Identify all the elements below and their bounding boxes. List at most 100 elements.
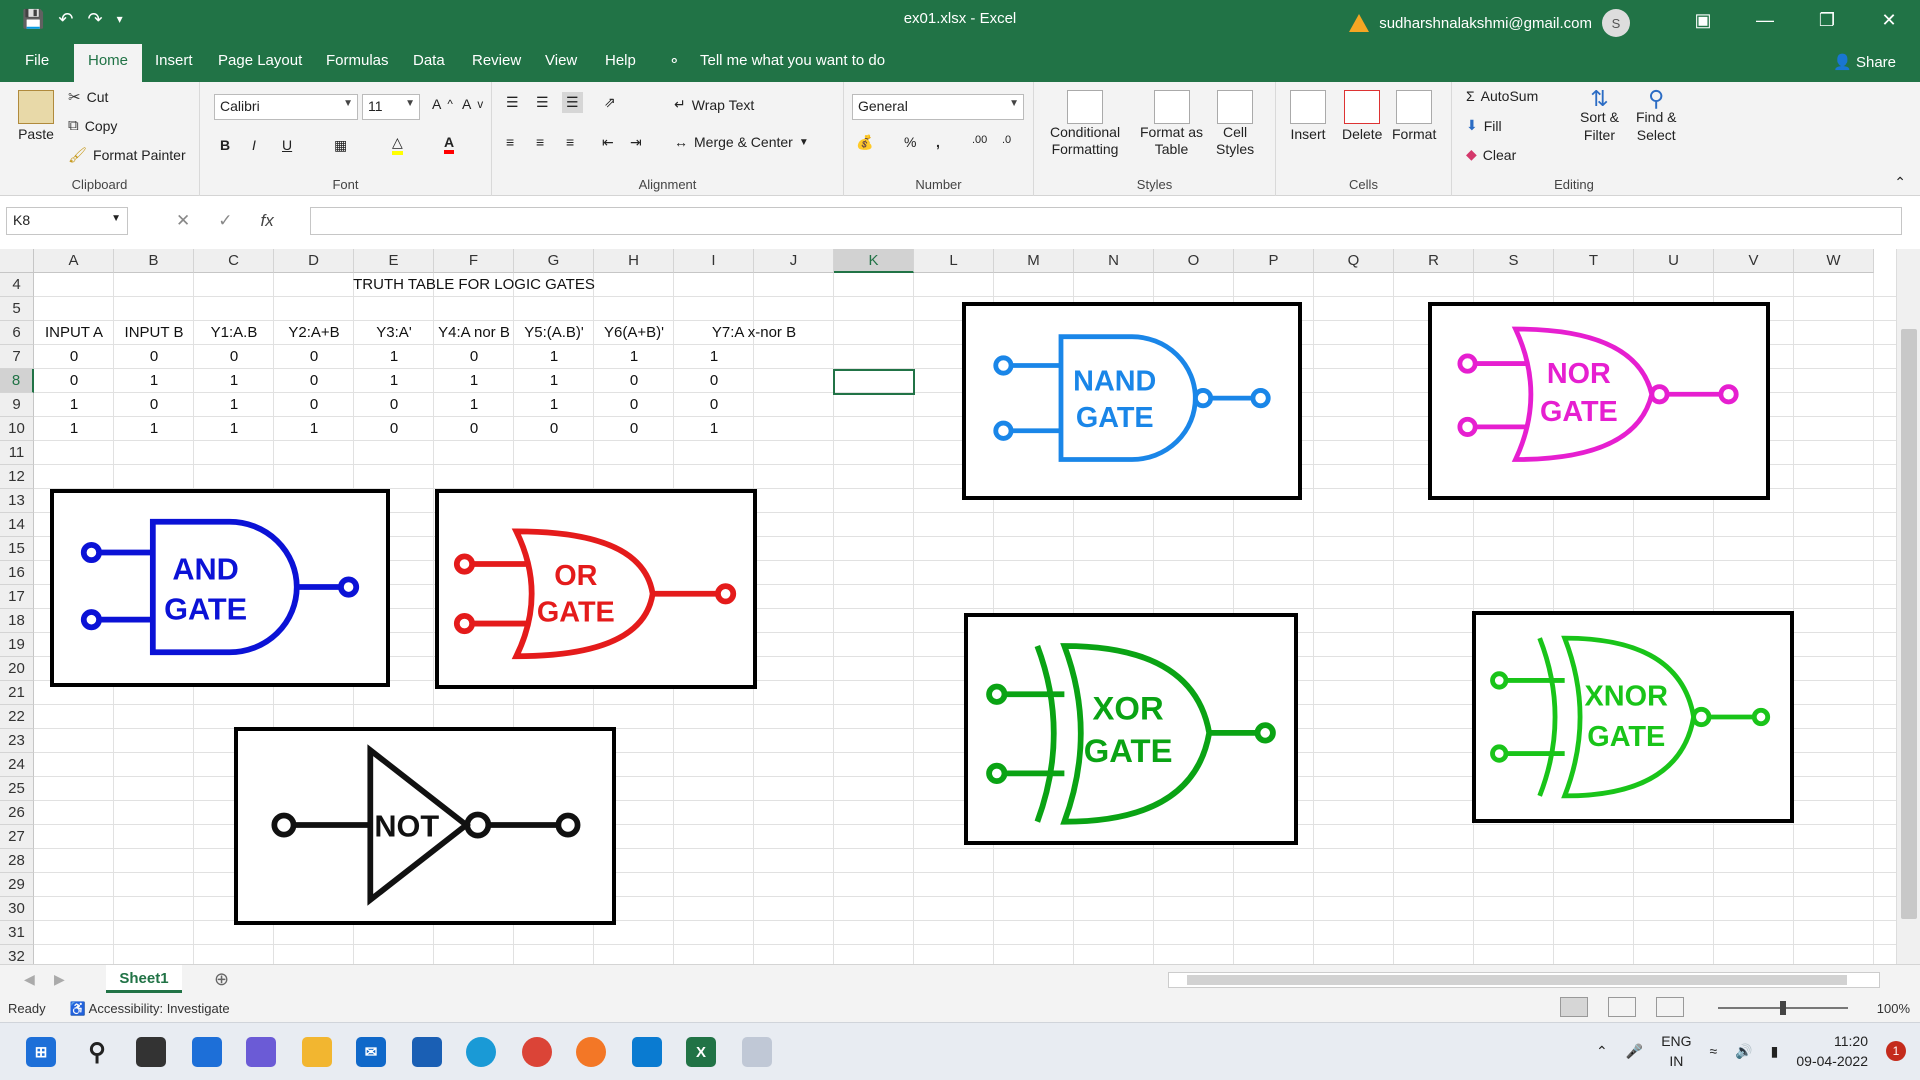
maximize-icon[interactable]: ❐ — [1796, 0, 1858, 40]
table-cell[interactable]: 1 — [514, 345, 594, 369]
warning-icon[interactable] — [1349, 14, 1370, 32]
row-header[interactable]: 14 — [0, 513, 34, 537]
xor-gate-image[interactable]: XOR GATE — [964, 613, 1298, 845]
find-select-button[interactable]: ⚲ Find & Select — [1636, 88, 1676, 144]
column-header[interactable]: M — [994, 249, 1074, 273]
fill-button[interactable]: ⬇ Fill — [1466, 117, 1502, 134]
zoom-slider[interactable] — [1718, 1001, 1848, 1015]
normal-view-icon[interactable] — [1560, 997, 1588, 1017]
insert-function-icon[interactable]: fx — [261, 211, 274, 231]
table-cell[interactable]: 1 — [194, 417, 274, 441]
tab-home[interactable]: Home — [74, 44, 143, 82]
decrease-font-icon[interactable]: Av — [462, 96, 483, 112]
selected-cell-k8[interactable] — [833, 369, 915, 395]
table-cell[interactable]: 0 — [674, 393, 754, 417]
column-header[interactable]: G — [514, 249, 594, 273]
vscode-icon[interactable] — [632, 1037, 662, 1067]
nand-gate-image[interactable]: NAND GATE — [962, 302, 1302, 500]
column-header[interactable]: L — [914, 249, 994, 273]
worksheet-grid[interactable]: ABCDEFGHIJKLMNOPQRSTUVW 4 5 6 7 8 9 10 11 12 13 14… — [0, 249, 1896, 964]
column-header[interactable]: W — [1794, 249, 1874, 273]
table-cell[interactable]: 1 — [34, 417, 114, 441]
tab-page-layout[interactable]: Page Layout — [218, 52, 302, 69]
decrease-indent-icon[interactable]: ⇤ — [602, 134, 614, 151]
zoom-slider-knob[interactable] — [1780, 1001, 1786, 1015]
file-explorer-icon[interactable] — [302, 1037, 332, 1067]
table-cell[interactable]: 1 — [354, 369, 434, 393]
row-header[interactable]: 20 — [0, 657, 34, 681]
column-header[interactable]: V — [1714, 249, 1794, 273]
table-title[interactable]: TRUTH TABLE FOR LOGIC GATES — [274, 273, 674, 297]
tab-view[interactable]: View — [545, 52, 577, 69]
row-header[interactable]: 15 — [0, 537, 34, 561]
column-header[interactable]: O — [1154, 249, 1234, 273]
column-header[interactable]: C — [194, 249, 274, 273]
row-header[interactable]: 23 — [0, 729, 34, 753]
orientation-icon[interactable]: ⇗ — [604, 94, 616, 111]
select-all-corner[interactable] — [0, 249, 34, 273]
table-cell[interactable]: 1 — [34, 393, 114, 417]
format-as-table-button[interactable]: Format as Table — [1140, 90, 1203, 158]
table-cell[interactable]: 0 — [34, 345, 114, 369]
decrease-decimal-icon[interactable]: .0 — [1002, 134, 1011, 146]
table-header-cell[interactable]: INPUT B — [114, 321, 194, 345]
horizontal-scroll-thumb[interactable] — [1187, 975, 1847, 985]
collapse-ribbon-icon[interactable]: ⌃ — [1894, 174, 1906, 191]
format-painter-button[interactable]: 🖌 Format Painter — [68, 146, 186, 164]
row-header[interactable]: 9 — [0, 393, 34, 417]
ribbon-display-icon[interactable]: ▣ — [1672, 0, 1734, 40]
fill-color-icon[interactable]: △ — [392, 134, 403, 155]
notification-badge[interactable]: 1 — [1886, 1041, 1906, 1061]
mail-icon[interactable]: ✉ — [356, 1037, 386, 1067]
account-email[interactable]: sudharshnalakshmi@gmail.com — [1379, 15, 1592, 32]
currency-icon[interactable]: 💰 — [856, 134, 873, 151]
next-sheet-icon[interactable]: ▶ — [54, 971, 65, 988]
conditional-formatting-button[interactable]: Conditional Formatting — [1050, 90, 1120, 158]
table-cell[interactable]: 1 — [274, 417, 354, 441]
xnor-gate-image[interactable]: XNOR GATE — [1472, 611, 1794, 823]
column-header[interactable]: D — [274, 249, 354, 273]
row-header[interactable]: 10 — [0, 417, 34, 441]
sort-filter-button[interactable]: ⇅ Sort & Filter — [1580, 88, 1619, 144]
row-header[interactable]: 8 — [0, 369, 34, 393]
vertical-scrollbar[interactable] — [1896, 249, 1920, 964]
table-cell[interactable]: 1 — [354, 345, 434, 369]
sheet-tab-sheet1[interactable]: Sheet1 — [106, 965, 182, 993]
table-cell[interactable]: 0 — [194, 345, 274, 369]
and-gate-image[interactable]: AND GATE — [50, 489, 390, 687]
avatar[interactable]: S — [1602, 9, 1630, 37]
number-format-select[interactable]: General ▼ — [852, 94, 1024, 120]
app-icon[interactable] — [412, 1037, 442, 1067]
bottom-align-icon[interactable]: ☰ — [562, 92, 583, 113]
table-cell[interactable]: 0 — [674, 369, 754, 393]
clear-button[interactable]: ◆ Clear — [1466, 146, 1516, 163]
snipping-tool-icon[interactable] — [742, 1037, 772, 1067]
tab-data[interactable]: Data — [413, 52, 445, 69]
close-icon[interactable]: ✕ — [1858, 0, 1920, 40]
formula-input[interactable] — [310, 207, 1902, 235]
comma-icon[interactable]: , — [936, 134, 940, 150]
excel-icon[interactable]: X — [686, 1037, 716, 1067]
tab-file[interactable]: File — [25, 52, 49, 69]
column-header[interactable]: T — [1554, 249, 1634, 273]
autosum-button[interactable]: Σ AutoSum — [1466, 88, 1538, 104]
column-header[interactable]: N — [1074, 249, 1154, 273]
row-header[interactable]: 16 — [0, 561, 34, 585]
column-header[interactable]: S — [1474, 249, 1554, 273]
increase-indent-icon[interactable]: ⇥ — [630, 134, 642, 151]
widgets-icon[interactable] — [192, 1037, 222, 1067]
table-cell[interactable]: 0 — [114, 345, 194, 369]
font-size-select[interactable]: 11 ▼ — [362, 94, 420, 120]
cell-styles-button[interactable]: Cell Styles — [1216, 90, 1254, 158]
table-cell[interactable]: 0 — [274, 369, 354, 393]
table-cell[interactable]: 1 — [114, 417, 194, 441]
row-header[interactable]: 11 — [0, 441, 34, 465]
start-icon[interactable]: ⊞ — [26, 1037, 56, 1067]
tab-formulas[interactable]: Formulas — [326, 52, 389, 69]
percent-icon[interactable]: % — [904, 134, 916, 150]
table-cell[interactable]: 0 — [354, 393, 434, 417]
zoom-level[interactable]: 100% — [1877, 1001, 1910, 1016]
clock[interactable]: 11:20 09-04-2022 — [1796, 1031, 1868, 1071]
cancel-icon[interactable]: ✕ — [176, 211, 190, 231]
row-header[interactable]: 19 — [0, 633, 34, 657]
